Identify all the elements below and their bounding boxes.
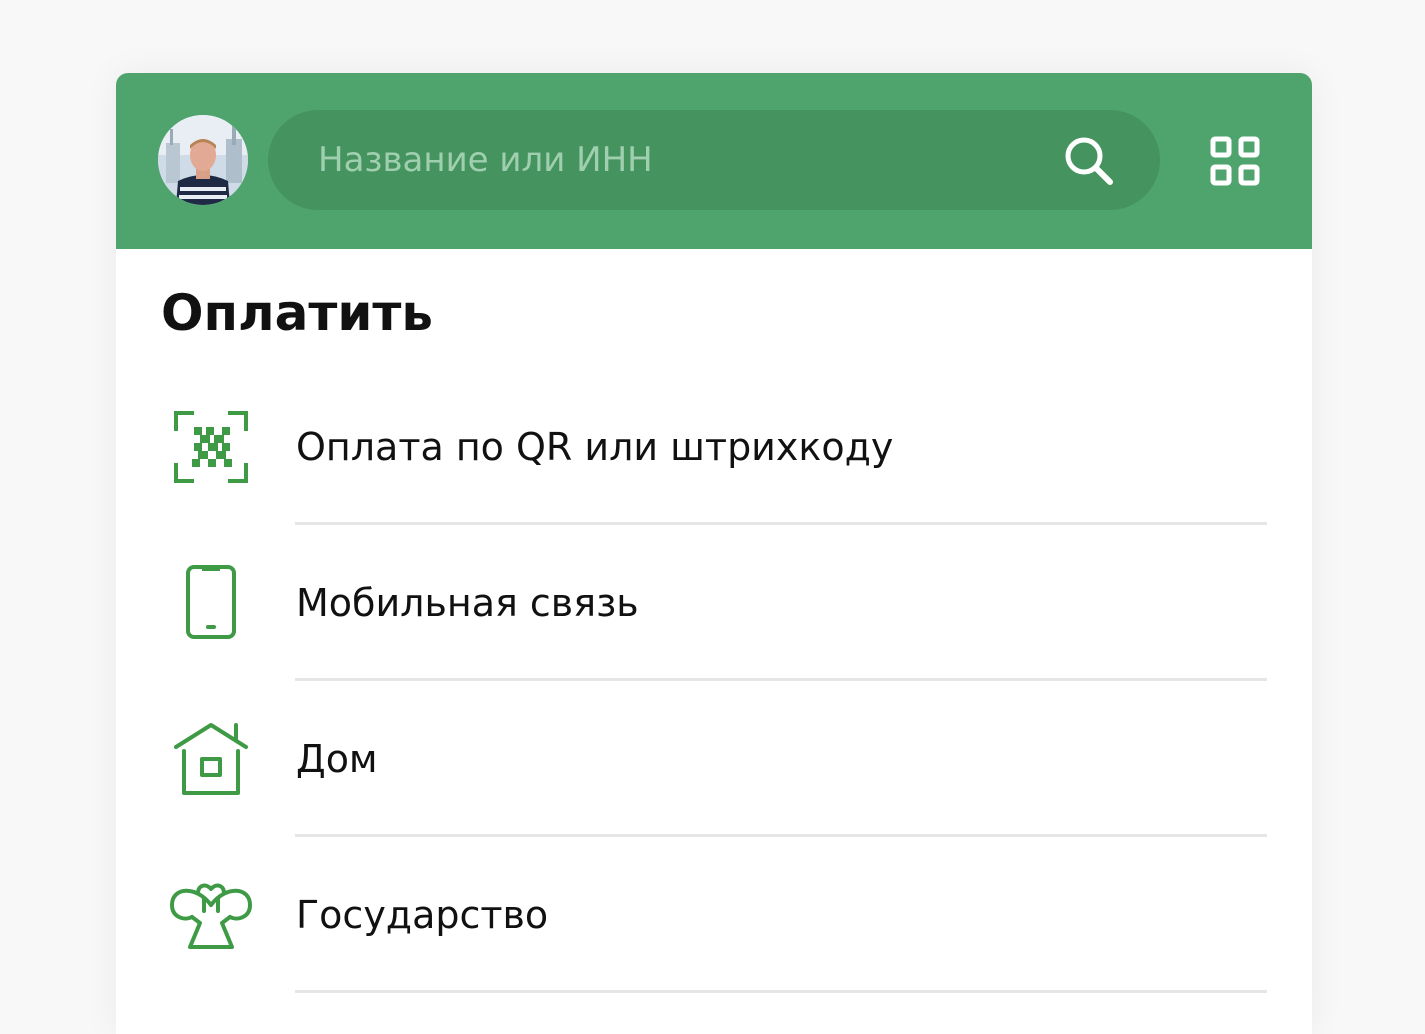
list-item-label: Мобильная связь <box>296 581 639 625</box>
list-item-label: Дом <box>296 737 378 781</box>
qr-scan-icon <box>174 411 248 483</box>
state-emblem-icon <box>170 883 252 949</box>
list-item-label: Государство <box>296 893 549 937</box>
list-item-home[interactable]: Дом <box>116 681 1312 837</box>
list-item-mobile[interactable]: Мобильная связь <box>116 525 1312 681</box>
avatar[interactable] <box>158 115 248 205</box>
mobile-phone-icon <box>186 565 236 639</box>
search-box[interactable] <box>268 110 1160 210</box>
list-item-label: Оплата по QR или штрихкоду <box>296 425 894 469</box>
list-item-qr[interactable]: Оплата по QR или штрихкоду <box>116 369 1312 525</box>
section-title: Оплатить <box>161 284 434 342</box>
house-icon <box>174 723 248 795</box>
list-item-state[interactable]: Государство <box>116 837 1312 993</box>
divider <box>295 990 1267 993</box>
header-bar <box>116 73 1312 249</box>
search-icon[interactable] <box>1062 134 1116 188</box>
avatar-photo-icon <box>158 115 248 205</box>
search-input[interactable] <box>318 110 1018 210</box>
payments-card: Оплатить <box>116 73 1312 1034</box>
payment-list: Оплата по QR или штрихкоду Мобильная свя… <box>116 369 1312 993</box>
grid-icon[interactable] <box>1210 136 1260 186</box>
